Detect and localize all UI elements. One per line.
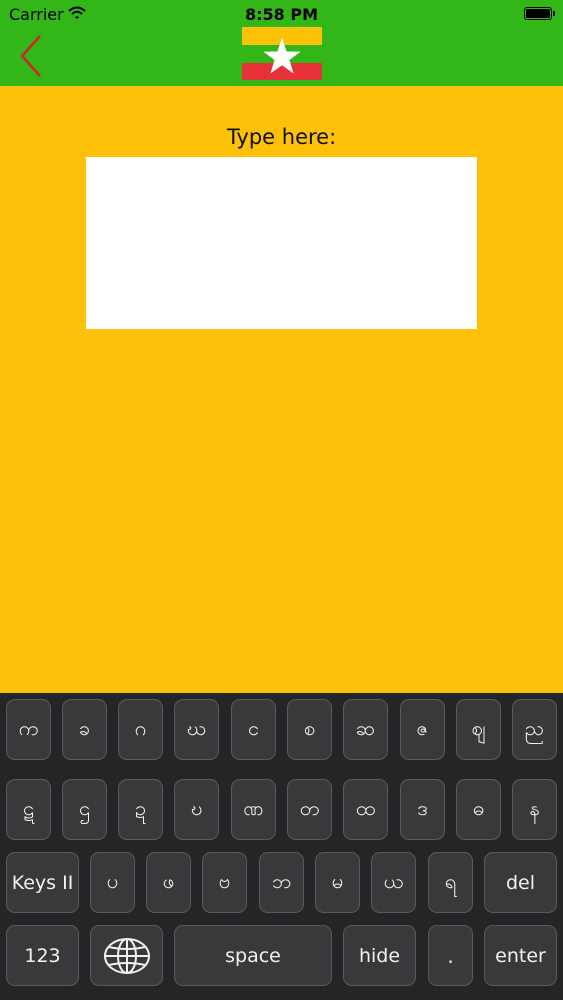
key-row3-7[interactable]: ရ — [428, 852, 473, 913]
keys-ii-button[interactable]: Keys II — [6, 852, 79, 913]
key-row1-7[interactable]: ဆ — [343, 699, 388, 760]
globe-button[interactable] — [90, 925, 163, 986]
back-button[interactable] — [16, 34, 48, 78]
type-here-label: Type here: — [226, 125, 337, 149]
status-time: 8:58 PM — [244, 5, 318, 24]
key-row1-2[interactable]: ခ — [62, 699, 107, 760]
key-row1-1[interactable]: က — [6, 699, 51, 760]
key-row1-3[interactable]: ဂ — [118, 699, 163, 760]
battery-icon — [524, 7, 555, 20]
delete-button[interactable]: del — [484, 852, 557, 913]
key-row1-8[interactable]: ဇ — [400, 699, 445, 760]
key-row2-7[interactable]: ထ — [343, 779, 388, 840]
status-bar: Carrier 8:58 PM — [0, 0, 563, 28]
key-row3-4[interactable]: ဘ — [259, 852, 304, 913]
myanmar-keyboard: က ခ ဂ ဃ င စ ဆ ဇ ဈ ည ဋ ဌ ဍ ဎ ဏ တ ထ ဒ ဓ န … — [0, 693, 563, 1000]
key-row3-5[interactable]: မ — [315, 852, 360, 913]
globe-icon — [103, 937, 150, 974]
key-row3-2[interactable]: ဖ — [146, 852, 191, 913]
key-row2-10[interactable]: န — [512, 779, 557, 840]
numbers-button[interactable]: 123 — [6, 925, 79, 986]
text-input[interactable] — [86, 157, 477, 329]
period-key[interactable]: . — [428, 925, 473, 986]
key-row2-6[interactable]: တ — [287, 779, 332, 840]
key-row1-9[interactable]: ဈ — [456, 699, 501, 760]
key-row2-3[interactable]: ဍ — [118, 779, 163, 840]
key-row2-8[interactable]: ဒ — [400, 779, 445, 840]
enter-button[interactable]: enter — [484, 925, 557, 986]
key-row2-1[interactable]: ဋ — [6, 779, 51, 840]
key-row1-6[interactable]: စ — [287, 699, 332, 760]
chevron-left-icon — [20, 35, 41, 77]
key-row2-2[interactable]: ဌ — [62, 779, 107, 840]
key-row1-4[interactable]: ဃ — [174, 699, 219, 760]
key-row2-5[interactable]: ဏ — [231, 779, 276, 840]
key-row3-1[interactable]: ပ — [90, 852, 135, 913]
hide-keyboard-button[interactable]: hide — [343, 925, 416, 986]
key-row2-9[interactable]: ဓ — [456, 779, 501, 840]
key-row3-6[interactable]: ယ — [371, 852, 416, 913]
key-row1-5[interactable]: င — [231, 699, 276, 760]
top-bar: Carrier 8:58 PM — [0, 0, 563, 86]
key-row2-4[interactable]: ဎ — [174, 779, 219, 840]
myanmar-flag-icon — [242, 27, 322, 80]
key-row3-3[interactable]: ဗ — [202, 852, 247, 913]
key-row1-10[interactable]: ည — [512, 699, 557, 760]
space-button[interactable]: space — [174, 925, 332, 986]
